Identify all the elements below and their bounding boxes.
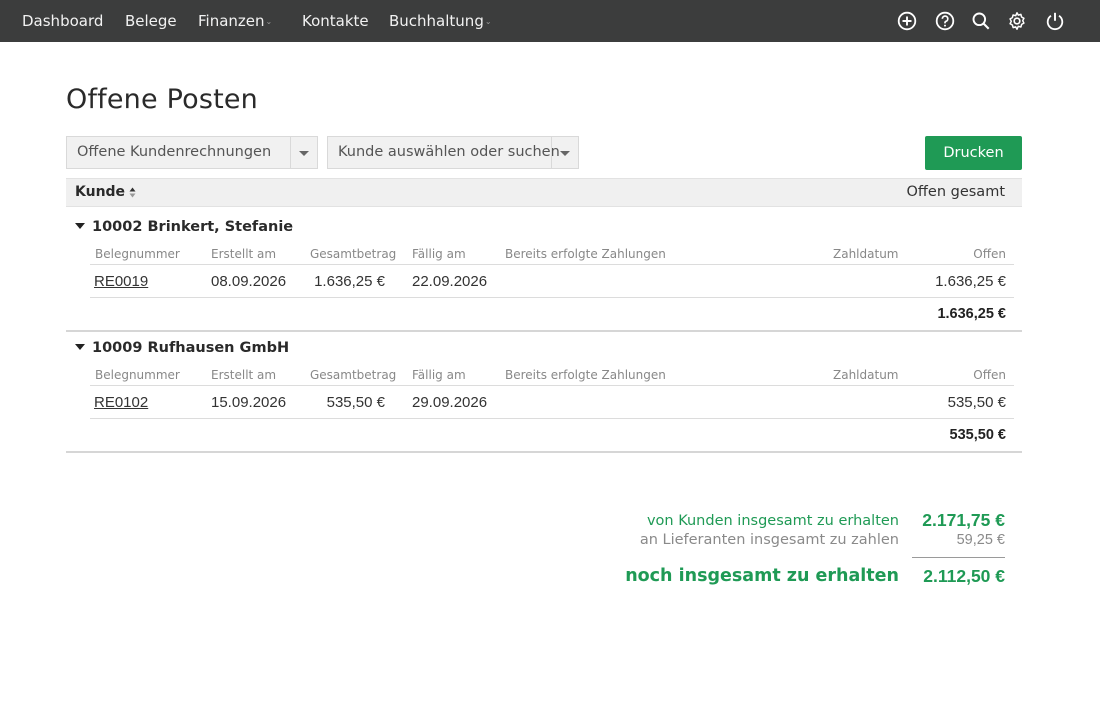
column-header-offen-gesamt: Offen gesamt <box>906 184 1006 200</box>
top-navigation-bar: Dashboard Belege Finanzen⌄ Kontakte Buch… <box>0 0 1100 42</box>
row-divider <box>90 418 1014 419</box>
power-icon[interactable] <box>1045 11 1065 31</box>
col-zahldatum: Zahldatum <box>833 368 899 382</box>
col-offen: Offen <box>973 368 1006 382</box>
group-subtotal: 535,50 € <box>949 427 1006 443</box>
invoice-type-select[interactable]: Offene Kundenrechnungen <box>66 136 318 169</box>
col-offen: Offen <box>973 247 1006 261</box>
search-icon[interactable] <box>971 11 991 31</box>
chevron-down-icon: ⌄ <box>265 16 273 26</box>
nav-dashboard[interactable]: Dashboard <box>22 0 103 42</box>
col-gesamtbetrag: Gesamtbetrag <box>310 247 397 261</box>
summary-receive-label: von Kunden insgesamt zu erhalten <box>646 513 899 529</box>
col-gesamtbetrag: Gesamtbetrag <box>310 368 397 382</box>
column-header-kunde-label: Kunde <box>75 184 126 200</box>
total-amount: 535,50 € <box>326 394 385 411</box>
open-amount: 535,50 € <box>947 394 1006 411</box>
nav-finanzen-label: Finanzen <box>198 12 265 30</box>
summary-pay-label: an Lieferanten insgesamt zu zahlen <box>639 532 899 548</box>
add-icon[interactable] <box>897 11 917 31</box>
created-date: 15.09.2026 <box>211 394 287 411</box>
gear-icon[interactable] <box>1007 11 1027 31</box>
customer-group-toggle[interactable]: 10009 Rufhausen GmbH <box>75 340 289 356</box>
invoice-link[interactable]: RE0019 <box>94 273 148 290</box>
due-date: 29.09.2026 <box>412 394 488 411</box>
created-date: 08.09.2026 <box>211 273 287 290</box>
col-zahlungen: Bereits erfolgte Zahlungen <box>505 247 666 261</box>
col-faellig-am: Fällig am <box>412 368 466 382</box>
summary-net-value: 2.112,50 € <box>923 566 1005 586</box>
customer-select[interactable]: Kunde auswählen oder suchen <box>327 136 579 169</box>
col-faellig-am: Fällig am <box>412 247 466 261</box>
due-date: 22.09.2026 <box>412 273 488 290</box>
group-subtotal: 1.636,25 € <box>937 306 1006 322</box>
chevron-down-icon[interactable] <box>551 137 578 168</box>
nav-belege[interactable]: Belege <box>125 0 177 42</box>
invoice-type-value: Offene Kundenrechnungen <box>77 144 272 160</box>
page-title: Offene Posten <box>66 84 258 115</box>
help-icon[interactable] <box>935 11 955 31</box>
customer-group-title: 10009 Rufhausen GmbH <box>92 340 290 356</box>
customer-group-toggle[interactable]: 10002 Brinkert, Stefanie <box>75 219 293 235</box>
col-erstellt-am: Erstellt am <box>211 247 277 261</box>
customer-select-placeholder: Kunde auswählen oder suchen <box>338 144 560 160</box>
col-belegnummer: Belegnummer <box>95 247 180 261</box>
table-header: Kunde Offen gesamt <box>66 178 1022 207</box>
row-divider <box>90 264 1014 265</box>
caret-down-icon <box>75 223 85 229</box>
nav-finanzen[interactable]: Finanzen⌄ <box>198 0 272 42</box>
invoice-link[interactable]: RE0102 <box>94 394 148 411</box>
summary-receive-value: 2.171,75 € <box>922 510 1005 530</box>
summary-divider <box>912 557 1005 558</box>
summary-pay-value: 59,25 € <box>956 532 1005 548</box>
nav-buchhaltung[interactable]: Buchhaltung⌄ <box>389 0 492 42</box>
group-divider <box>66 451 1022 453</box>
caret-down-icon <box>75 344 85 350</box>
col-erstellt-am: Erstellt am <box>211 368 277 382</box>
nav-buchhaltung-label: Buchhaltung <box>389 12 484 30</box>
nav-kontakte-label: Kontakte <box>302 12 369 30</box>
chevron-down-icon: ⌄ <box>484 16 492 26</box>
row-divider <box>90 297 1014 298</box>
col-zahlungen: Bereits erfolgte Zahlungen <box>505 368 666 382</box>
column-header-kunde[interactable]: Kunde <box>75 179 136 206</box>
group-divider <box>66 330 1022 332</box>
nav-kontakte[interactable]: Kontakte <box>302 0 369 42</box>
open-amount: 1.636,25 € <box>935 273 1006 290</box>
sort-icon[interactable] <box>129 187 136 198</box>
nav-dashboard-label: Dashboard <box>22 12 104 30</box>
summary-net-label: noch insgesamt zu erhalten <box>625 566 899 586</box>
col-belegnummer: Belegnummer <box>95 368 180 382</box>
chevron-down-icon[interactable] <box>290 137 317 168</box>
row-divider <box>90 385 1014 386</box>
nav-belege-label: Belege <box>125 12 177 30</box>
customer-group-title: 10002 Brinkert, Stefanie <box>92 219 294 235</box>
col-zahldatum: Zahldatum <box>833 247 899 261</box>
total-amount: 1.636,25 € <box>314 273 385 290</box>
print-button[interactable]: Drucken <box>925 136 1022 170</box>
